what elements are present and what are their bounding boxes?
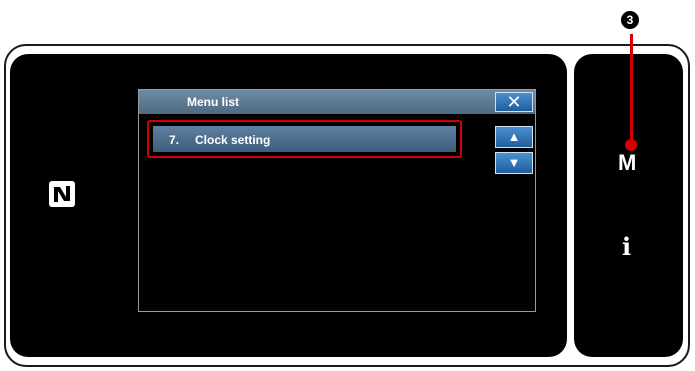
scroll-down-button[interactable]: ▼ — [495, 152, 533, 174]
title-bar: Menu list — [139, 90, 535, 114]
callout-number: 3 — [621, 11, 639, 29]
key-panel — [574, 54, 683, 357]
screen: Menu list ✕ 7. Clock setting ▲ ▼ — [138, 89, 536, 312]
list-item-label: Clock setting — [195, 133, 271, 147]
close-icon: ✕ — [506, 92, 522, 112]
list-item[interactable]: 7. Clock setting — [153, 126, 456, 152]
close-button[interactable]: ✕ — [495, 92, 533, 112]
info-key[interactable]: i — [622, 232, 631, 261]
menu-key[interactable]: M — [618, 150, 636, 176]
window-title: Menu list — [187, 95, 240, 109]
down-arrow-icon: ▼ — [507, 155, 521, 170]
nfc-icon — [49, 181, 75, 207]
list-item-number: 7. — [169, 133, 180, 147]
scroll-up-button[interactable]: ▲ — [495, 126, 533, 148]
up-arrow-icon: ▲ — [507, 129, 521, 144]
callout-line — [630, 34, 633, 142]
